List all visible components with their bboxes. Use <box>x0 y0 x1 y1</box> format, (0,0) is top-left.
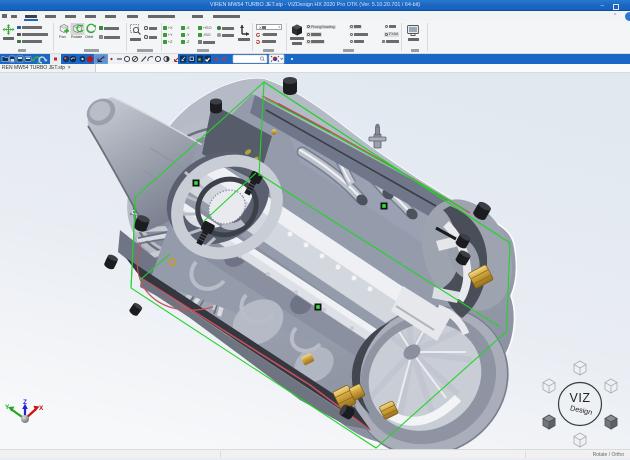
svg-text:X: X <box>39 405 44 412</box>
svg-text:Z: Z <box>23 399 27 406</box>
svg-text:Y: Y <box>5 404 10 411</box>
